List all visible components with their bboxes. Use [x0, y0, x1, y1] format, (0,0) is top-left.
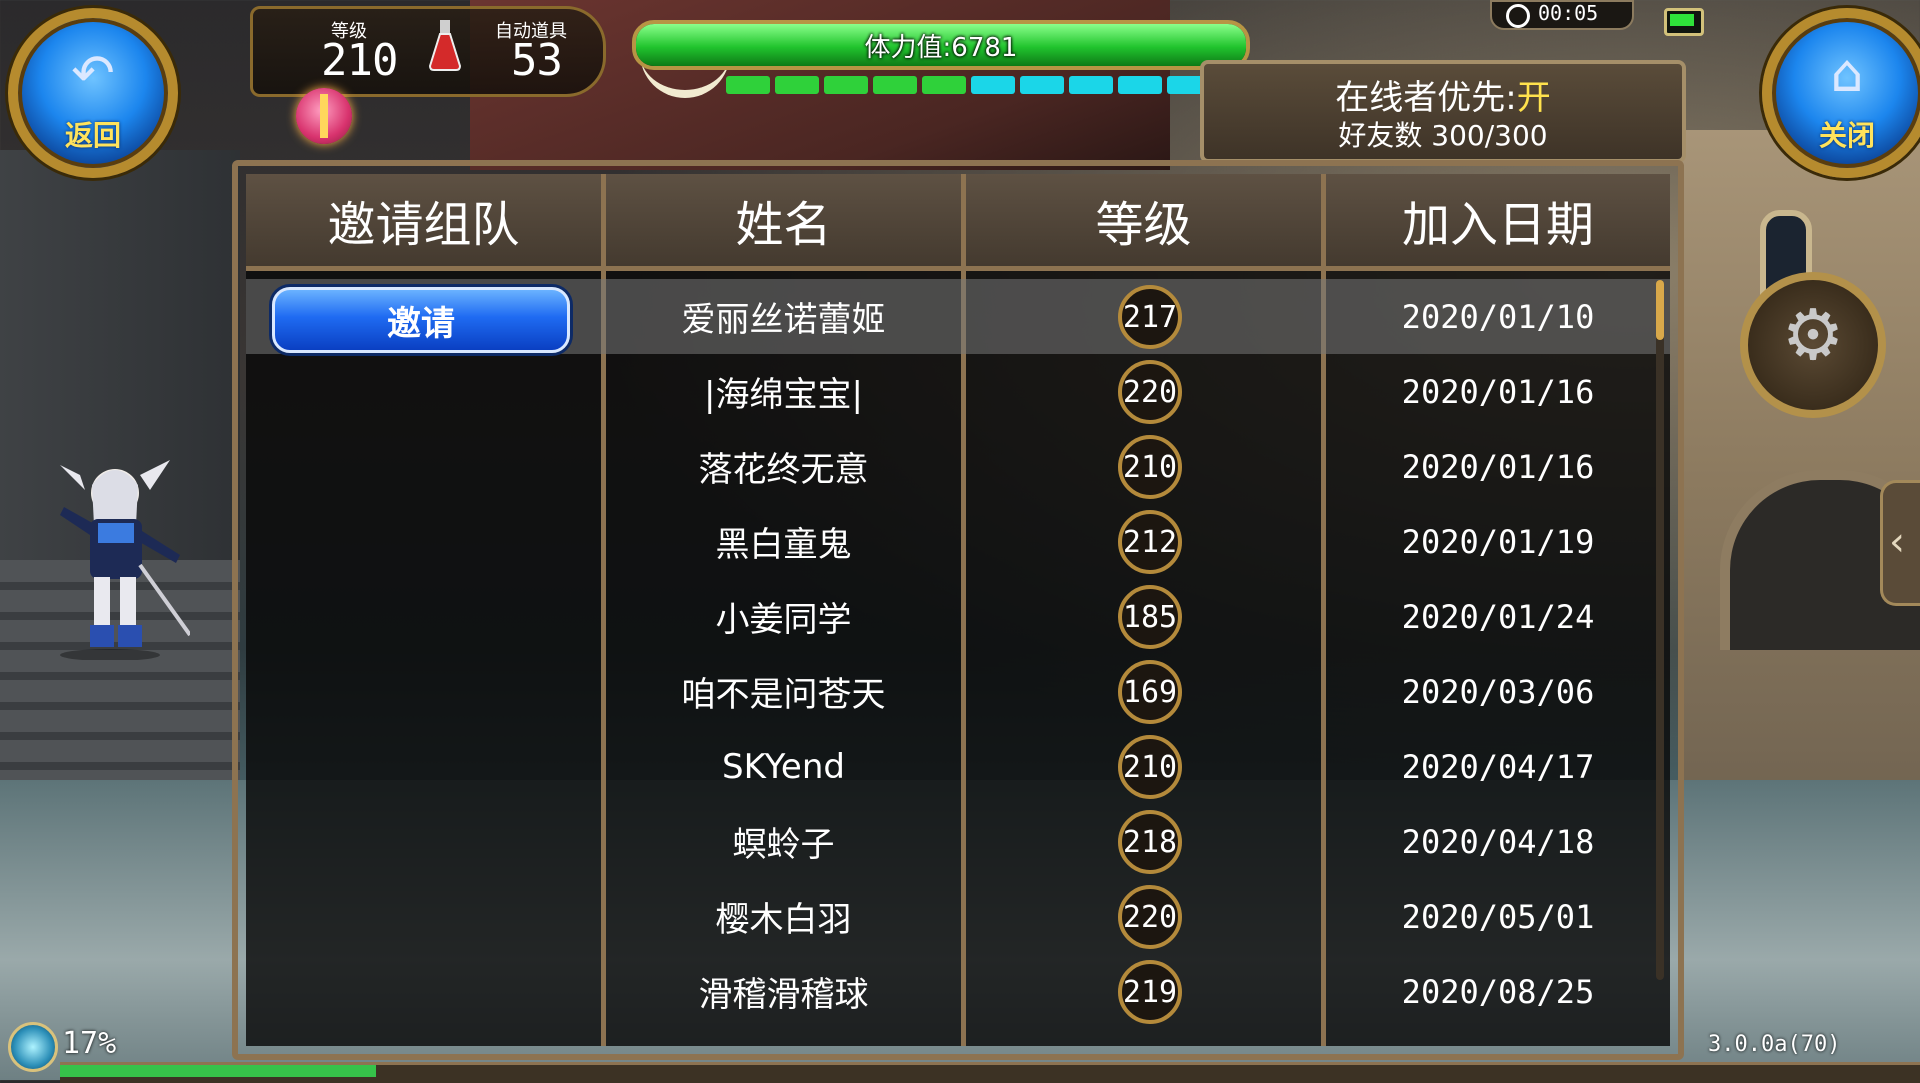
friend-level-badge: 169	[1118, 660, 1182, 724]
table-row[interactable]: 小姜同学 185 2020/01/24	[246, 579, 1670, 654]
friend-join-date: 2020/03/06	[1401, 672, 1595, 711]
friend-join-date: 2020/01/24	[1401, 597, 1595, 636]
energy-segment	[873, 76, 917, 94]
friend-name: 滑稽滑稽球	[698, 975, 869, 1015]
energy-segment	[1020, 76, 1064, 94]
header-name: 姓名	[606, 174, 966, 266]
header-level: 等级	[966, 174, 1326, 266]
table-row[interactable]: 咱不是问苍天 169 2020/03/06	[246, 654, 1670, 729]
friend-join-date: 2020/04/17	[1401, 747, 1595, 786]
table-row[interactable]: 黑白童鬼 212 2020/01/19	[246, 504, 1670, 579]
clock: 00:05	[1490, 0, 1634, 30]
version-text: 3.0.0a(70)	[1708, 1032, 1841, 1057]
energy-segment	[1069, 76, 1113, 94]
friend-count: 好友数 300/300	[1338, 119, 1548, 152]
friend-level-badge: 219	[1118, 960, 1182, 1024]
energy-segments	[726, 76, 1211, 94]
energy-segment	[775, 76, 819, 94]
table-body[interactable]: 邀请 爱丽丝诺蕾姬 217 2020/01/10 |海绵宝宝| 220 2020/01/16…	[246, 271, 1670, 1046]
table-row[interactable]: SKYend 210 2020/04/17	[246, 729, 1670, 804]
online-priority-value: 开	[1516, 78, 1551, 118]
friend-join-date: 2020/08/25	[1401, 972, 1595, 1011]
return-arrow-icon: ↶	[71, 44, 115, 104]
friend-name: 咱不是问苍天	[681, 675, 886, 715]
energy-segment	[971, 76, 1015, 94]
invite-button[interactable]: 邀请	[272, 287, 570, 353]
energy-segment	[726, 76, 770, 94]
potion-icon[interactable]	[428, 18, 462, 72]
table-row[interactable]: 樱木白羽 220 2020/05/01	[246, 879, 1670, 954]
friend-name: |海绵宝宝|	[704, 375, 863, 415]
table-row[interactable]: |海绵宝宝| 220 2020/01/16	[246, 354, 1670, 429]
table-row[interactable]: 邀请 爱丽丝诺蕾姬 217 2020/01/10	[246, 279, 1670, 354]
energy-segment	[922, 76, 966, 94]
home-icon: ⌂	[1830, 44, 1864, 104]
friend-level-badge: 220	[1118, 360, 1182, 424]
level-value: 210	[321, 35, 398, 86]
energy-segment	[1118, 76, 1162, 94]
friend-join-date: 2020/01/10	[1401, 297, 1595, 336]
table-row[interactable]: 滑稽滑稽球 219 2020/08/25	[246, 954, 1670, 1029]
player-character	[60, 460, 190, 660]
back-button[interactable]: ↶ 返回	[8, 8, 178, 178]
friend-level-badge: 210	[1118, 735, 1182, 799]
close-button[interactable]: ⌂ 关闭	[1762, 8, 1920, 178]
friend-join-date: 2020/05/01	[1401, 897, 1595, 936]
friend-level-badge: 217	[1118, 285, 1182, 349]
settings-button[interactable]: ⚙	[1740, 272, 1886, 418]
stamina-bar: 体力值:6781	[632, 20, 1250, 70]
friend-name: 樱木白羽	[715, 900, 852, 940]
friend-name: SKYend	[722, 746, 845, 787]
gift-icon[interactable]	[296, 88, 352, 144]
table-row[interactable]: 螟蛉子 218 2020/04/18	[246, 804, 1670, 879]
online-priority-toggle[interactable]: 在线者优先:开	[1204, 70, 1682, 119]
battery-icon	[1664, 8, 1704, 36]
friend-name: 落花终无意	[698, 450, 869, 490]
friend-name: 螟蛉子	[732, 825, 835, 865]
clock-text: 00:05	[1538, 1, 1599, 25]
clock-icon	[1506, 4, 1530, 28]
exp-percent: 17%	[62, 1026, 117, 1061]
auto-item-value: 53	[511, 35, 563, 86]
header-join-date: 加入日期	[1401, 197, 1594, 253]
side-panel-tab[interactable]: ‹	[1880, 480, 1920, 606]
friend-level-badge: 218	[1118, 810, 1182, 874]
chevron-left-icon: ‹	[1889, 519, 1905, 565]
stamina-text: 体力值:6781	[864, 33, 1018, 63]
friend-name: 小姜同学	[715, 600, 852, 640]
exp-fill	[60, 1065, 377, 1077]
friend-level-badge: 212	[1118, 510, 1182, 574]
scrollbar[interactable]	[1656, 280, 1664, 980]
table-header: 邀请组队 姓名 等级 加入日期	[246, 174, 1670, 271]
friend-join-date: 2020/01/19	[1401, 522, 1595, 561]
friend-name: 黑白童鬼	[715, 525, 852, 565]
friend-name: 爱丽丝诺蕾姬	[681, 300, 886, 340]
table-row[interactable]: 落花终无意 210 2020/01/16	[246, 429, 1670, 504]
scroll-thumb[interactable]	[1656, 280, 1664, 340]
friend-list-panel: 邀请组队 姓名 等级 加入日期 邀请 爱丽丝诺蕾姬 217 2020/01/10 |海绵…	[232, 160, 1684, 1060]
friend-join-date: 2020/04/18	[1401, 822, 1595, 861]
exp-orb-icon	[8, 1022, 58, 1072]
friend-status-panel[interactable]: 在线者优先:开 好友数 300/300	[1200, 60, 1686, 163]
friend-join-date: 2020/01/16	[1401, 447, 1595, 486]
gear-icon: ⚙	[1781, 294, 1845, 376]
header-invite: 邀请组队	[246, 174, 606, 266]
friend-level-badge: 185	[1118, 585, 1182, 649]
friend-join-date: 2020/01/16	[1401, 372, 1595, 411]
friend-level-badge: 220	[1118, 885, 1182, 949]
energy-segment	[824, 76, 868, 94]
friend-level-badge: 210	[1118, 435, 1182, 499]
